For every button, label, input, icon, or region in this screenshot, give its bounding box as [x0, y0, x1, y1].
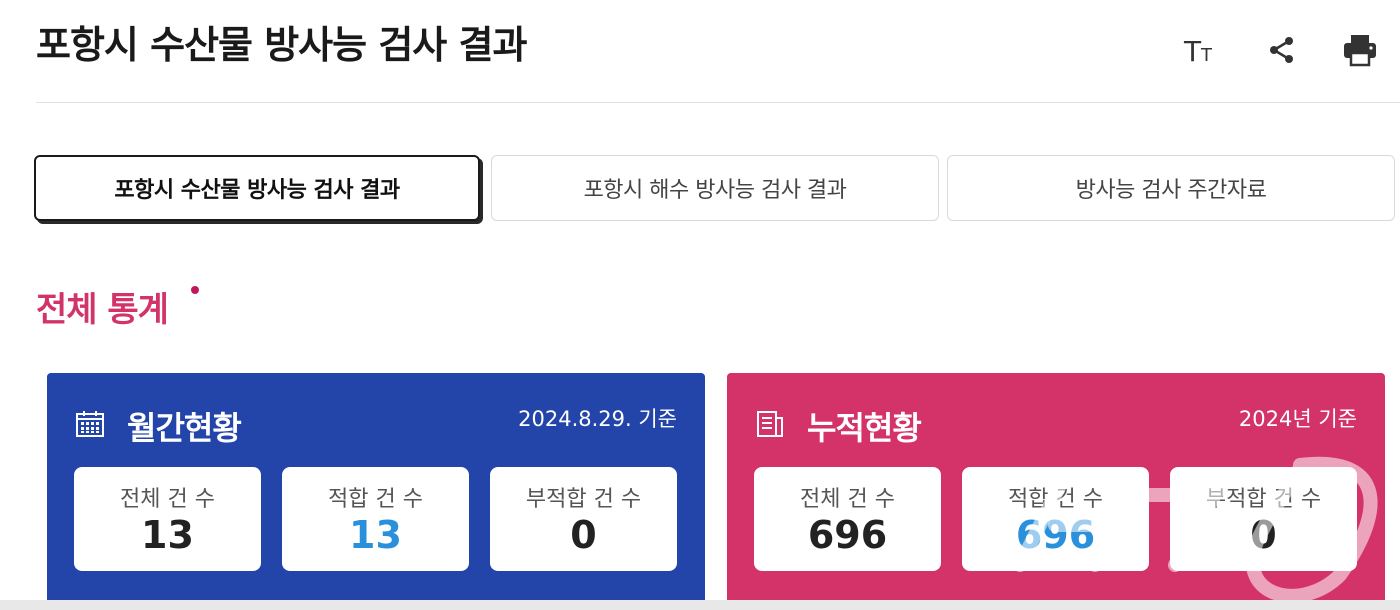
cumulative-total-card: 전체 건 수 696 [754, 467, 941, 571]
stat-value: 13 [349, 513, 402, 557]
print-icon [1344, 35, 1376, 67]
cumulative-title: 누적현황 [807, 409, 922, 447]
monthly-fail-card: 부적합 건 수 0 [490, 467, 677, 571]
monthly-total-card: 전체 건 수 13 [74, 467, 261, 571]
monthly-date: 2024.8.29. 기준 [518, 407, 677, 431]
header-divider [36, 102, 1400, 103]
stat-label: 적합 건 수 [328, 487, 423, 512]
document-list-icon [757, 411, 783, 437]
svg-text:T: T [1200, 45, 1213, 66]
stat-value: 0 [1250, 513, 1277, 557]
stat-value: 13 [141, 513, 194, 557]
monthly-title: 월간현황 [127, 409, 242, 447]
share-icon [1270, 37, 1293, 63]
tab-seawater-results[interactable]: 포항시 해수 방사능 검사 결과 [491, 155, 939, 221]
section-title: 전체 통계 [36, 290, 169, 330]
share-button[interactable] [1260, 28, 1304, 72]
cumulative-date: 2024년 기준 [1238, 407, 1357, 431]
page-toolbar: T T [1180, 28, 1400, 76]
stat-value: 0 [570, 513, 597, 557]
cumulative-status-panel: 누적현황 2024년 기준 전체 건 수 696 적합 건 수 696 부적합 … [727, 373, 1385, 610]
page-title: 포항시 수산물 방사능 검사 결과 [36, 23, 527, 67]
stat-label: 부적합 건 수 [525, 487, 642, 512]
bottom-scroll-edge [0, 600, 1400, 610]
tab-weekly-data[interactable]: 방사능 검사 주간자료 [947, 155, 1395, 221]
cumulative-fail-card: 부적합 건 수 0 [1170, 467, 1357, 571]
section-title-dot [191, 286, 199, 294]
font-size-button[interactable]: T T [1180, 28, 1224, 72]
cumulative-pass-card: 적합 건 수 696 [962, 467, 1149, 571]
stat-label: 전체 건 수 [120, 487, 215, 512]
stat-value: 696 [1015, 513, 1096, 557]
print-button[interactable] [1338, 28, 1382, 72]
stat-label: 부적합 건 수 [1205, 487, 1322, 512]
svg-text:T: T [1183, 35, 1202, 67]
stat-label: 적합 건 수 [1008, 487, 1103, 512]
stat-label: 전체 건 수 [800, 487, 895, 512]
stat-value: 696 [807, 513, 888, 557]
calendar-icon [76, 411, 104, 437]
monthly-pass-card: 적합 건 수 13 [282, 467, 469, 571]
font-size-icon: T T [1183, 35, 1213, 67]
monthly-status-panel: 월간현황 2024.8.29. 기준 전체 건 수 13 적합 건 수 13 부… [47, 373, 705, 610]
tab-bar: 포항시 수산물 방사능 검사 결과 포항시 해수 방사능 검사 결과 방사능 검… [34, 155, 1400, 223]
tab-seafood-results[interactable]: 포항시 수산물 방사능 검사 결과 [34, 155, 480, 221]
